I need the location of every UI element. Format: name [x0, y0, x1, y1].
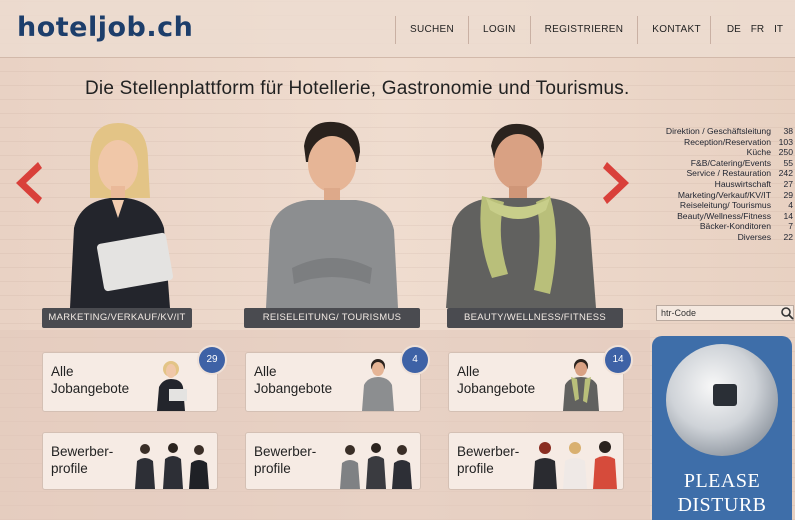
jobs-count-badge: 29 — [199, 347, 225, 373]
category-count: 103 — [778, 136, 793, 147]
category-count: 27 — [783, 178, 793, 189]
group-thumbnail — [135, 443, 209, 489]
hanger-hole — [666, 344, 778, 456]
category-count: 29 — [783, 189, 793, 200]
category-count: 55 — [783, 157, 793, 168]
hanger-text-line1: PLEASE — [683, 470, 761, 492]
category-name: Hauswirtschaft — [714, 178, 771, 189]
hanger-text-line2: DISTURB — [677, 494, 767, 516]
camera-icon — [713, 384, 737, 406]
jobs-count-badge: 14 — [605, 347, 631, 373]
category-count: 14 — [783, 210, 793, 221]
category-row[interactable]: Hauswirtschaft 27 — [640, 179, 793, 190]
card-text: Alle Jobangebote — [254, 364, 333, 396]
category-count: 7 — [788, 221, 793, 232]
page-headline: Die Stellenplattform für Hotellerie, Gas… — [85, 78, 630, 99]
man-with-towel-photo — [446, 123, 596, 308]
nav-login[interactable]: LOGIN — [468, 16, 530, 44]
jobs-count-badge: 4 — [402, 347, 428, 373]
language-switch: DE FR IT — [709, 16, 783, 44]
applicant-profiles-card-marketing[interactable]: Bewerber-profile — [42, 432, 218, 490]
category-name: Service / Restauration — [686, 168, 771, 179]
header: hoteljob.ch SUCHEN LOGIN REGISTRIEREN KO… — [0, 0, 795, 58]
card-text: Alle Jobangebote — [51, 364, 130, 396]
lang-fr[interactable]: FR — [751, 16, 764, 44]
previous-arrow-icon[interactable] — [8, 158, 42, 208]
category-name: Reiseleitung/ Tourismus — [679, 200, 771, 211]
nav-contact[interactable]: KONTAKT — [637, 16, 715, 44]
man-towel-thumbnail — [563, 359, 599, 411]
category-row[interactable]: Service / Restauration 242 — [640, 168, 793, 179]
card-text: Alle Jobangebote — [457, 364, 536, 396]
category-name: Reception/Reservation — [684, 136, 771, 147]
category-count: 4 — [788, 200, 793, 211]
htr-code-input[interactable]: htr-Code — [656, 305, 794, 321]
category-label-tourism[interactable]: REISELEITUNG/ TOURISMUS — [244, 308, 420, 328]
site-logo[interactable]: hoteljob.ch — [17, 12, 193, 43]
category-label-beauty[interactable]: BEAUTY/WELLNESS/FITNESS — [447, 308, 623, 328]
please-disturb-hanger-ad[interactable]: PLEASE DISTURB — [652, 336, 792, 520]
nav-search[interactable]: SUCHEN — [395, 16, 468, 44]
card-text: Bewerber-profile — [51, 444, 114, 476]
category-name: Direktion / Geschäftsleitung — [665, 126, 771, 136]
card-text: Bewerber-profile — [457, 444, 520, 476]
lang-de[interactable]: DE — [727, 16, 741, 44]
woman-with-laptop-photo — [70, 123, 174, 308]
category-row[interactable]: Beauty/Wellness/Fitness 14 — [640, 211, 793, 222]
category-name: Bäcker-Konditoren — [699, 221, 771, 232]
category-row[interactable]: Küche 250 — [640, 147, 793, 158]
category-name: Beauty/Wellness/Fitness — [677, 210, 771, 221]
nav-register[interactable]: REGISTRIEREN — [529, 16, 638, 44]
category-row[interactable]: Marketing/Verkauf/KV/IT 29 — [640, 190, 793, 201]
category-row[interactable]: Bäcker-Konditoren 7 — [640, 221, 793, 232]
all-jobs-card-tourism[interactable]: Alle Jobangebote — [245, 352, 421, 412]
category-name: F&B/Catering/Events — [690, 157, 771, 168]
all-jobs-card-beauty[interactable]: Alle Jobangebote — [448, 352, 624, 412]
main-nav: SUCHEN LOGIN REGISTRIEREN KONTAKT — [395, 16, 715, 44]
category-count: 242 — [778, 168, 793, 179]
man-thumbnail — [362, 359, 394, 411]
category-count: 38 — [783, 126, 793, 136]
category-row[interactable]: Reception/Reservation 103 — [640, 137, 793, 148]
job-category-list: Direktion / Geschäftsleitung 38 Reception… — [640, 126, 793, 243]
all-jobs-card-marketing[interactable]: Alle Jobangebote — [42, 352, 218, 412]
category-name: Diverses — [737, 231, 771, 242]
category-row[interactable]: Diverses 22 — [640, 232, 793, 243]
woman-thumbnail — [157, 361, 187, 411]
applicant-profiles-card-tourism[interactable]: Bewerber-profile — [245, 432, 421, 490]
category-count: 22 — [783, 231, 793, 242]
category-name: Marketing/Verkauf/KV/IT — [677, 189, 771, 200]
applicant-profiles-card-beauty[interactable]: Bewerber-profile — [448, 432, 624, 490]
category-row[interactable]: F&B/Catering/Events 55 — [640, 158, 793, 169]
category-label-marketing[interactable]: MARKETING/VERKAUF/KV/IT — [42, 308, 192, 328]
category-row[interactable]: Reiseleitung/ Tourismus 4 — [640, 200, 793, 211]
category-count: 250 — [778, 147, 793, 158]
group-thumbnail — [533, 441, 617, 489]
group-thumbnail — [340, 443, 412, 489]
card-text: Bewerber-profile — [254, 444, 317, 476]
search-icon[interactable] — [780, 305, 794, 321]
lang-it[interactable]: IT — [774, 16, 783, 44]
category-row[interactable]: Direktion / Geschäftsleitung 38 — [640, 126, 793, 137]
man-grey-sweater-photo — [266, 121, 398, 308]
category-name: Küche — [746, 147, 771, 158]
